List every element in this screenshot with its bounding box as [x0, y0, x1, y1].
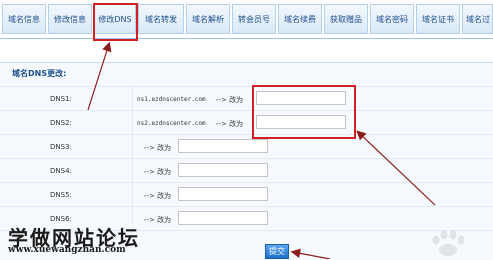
tab-label: 域名过 [466, 14, 490, 24]
section-title: 域名DNS更改: [12, 69, 67, 78]
submit-label: 提交 [269, 247, 285, 256]
tab-transfer-member[interactable]: 转会员号 [232, 4, 276, 34]
dns2-arrow-text: --> 改为 [216, 120, 244, 128]
row-divider [0, 206, 493, 207]
tab-domain-resolve[interactable]: 域名解析 [186, 4, 230, 34]
tab-label: 获取赠品 [330, 14, 362, 24]
submit-button[interactable]: 提交 [265, 244, 289, 259]
dns3-input[interactable] [178, 139, 268, 153]
row-divider [0, 158, 493, 159]
dns1-arrow-text: --> 改为 [216, 96, 244, 104]
tab-domain-info[interactable]: 域名信息 [2, 4, 46, 34]
dns3-arrow-text: --> 改为 [144, 144, 172, 152]
tab-label: 域名证书 [422, 14, 454, 24]
tab-modify-info[interactable]: 修改信息 [48, 4, 92, 34]
tab-label: 域名解析 [192, 14, 224, 24]
watermark-url: www.xuewangzhan.com [8, 245, 126, 255]
dns5-input[interactable] [178, 187, 268, 201]
tab-bar: 域名信息 修改信息 修改DNS 域名转发 域名解析 转会员号 域名续费 获取赠品… [0, 0, 493, 39]
dns4-arrow-text: --> 改为 [144, 168, 172, 176]
tab-domain-renew[interactable]: 域名续费 [278, 4, 322, 34]
column-divider [132, 86, 133, 236]
tab-label: 修改信息 [54, 14, 86, 24]
dns4-label: DNS4: [50, 167, 72, 175]
highlight-dns-box [252, 85, 356, 139]
tab-domain-forward[interactable]: 域名转发 [138, 4, 184, 34]
tab-label: 转会员号 [238, 14, 270, 24]
row-divider [0, 86, 493, 87]
row-divider [0, 110, 493, 111]
dns4-input[interactable] [178, 163, 268, 177]
tab-label: 域名转发 [145, 14, 177, 24]
dns6-arrow-text: --> 改为 [144, 216, 172, 224]
dns2-current-value: ns2.ezdnscenter.com [137, 120, 206, 127]
dns2-label: DNS2: [50, 119, 72, 127]
dns6-input[interactable] [178, 211, 268, 225]
row-divider [0, 182, 493, 183]
dns1-current-value: ns1.ezdnscenter.com [137, 96, 206, 103]
dns5-arrow-text: --> 改为 [144, 192, 172, 200]
paw-watermark-icon [432, 230, 465, 256]
highlight-tab-box [93, 3, 138, 41]
tab-domain-expire[interactable]: 域名过 [462, 4, 493, 34]
tab-label: 域名密码 [376, 14, 408, 24]
dns1-label: DNS1: [50, 95, 72, 103]
row-divider [0, 134, 493, 135]
tab-get-gift[interactable]: 获取赠品 [324, 4, 368, 34]
tab-label: 域名续费 [284, 14, 316, 24]
tab-label: 域名信息 [8, 14, 40, 24]
tab-domain-password[interactable]: 域名密码 [370, 4, 414, 34]
dns5-label: DNS5: [50, 191, 72, 199]
dns3-label: DNS3: [50, 143, 72, 151]
tab-domain-certificate[interactable]: 域名证书 [416, 4, 460, 34]
